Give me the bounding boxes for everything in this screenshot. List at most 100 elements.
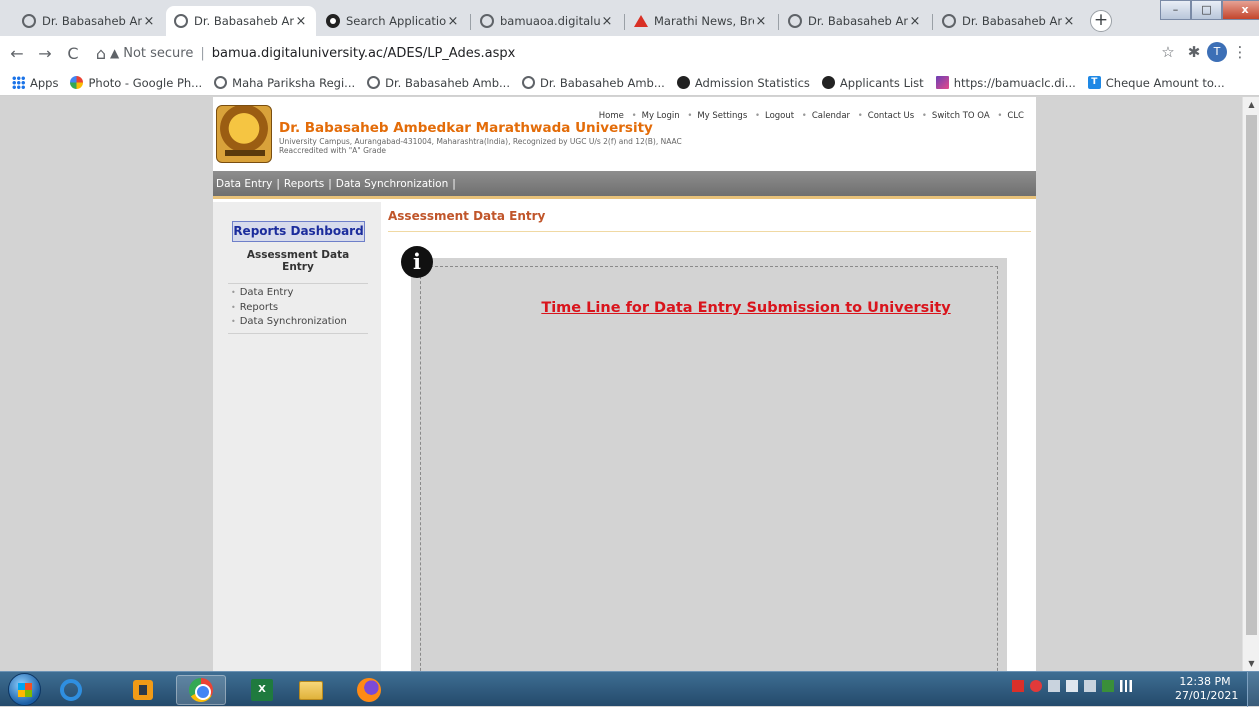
tab-marathi-news[interactable]: Marathi News, Brea × xyxy=(626,6,776,36)
menu-data-synchronization[interactable]: Data Synchronization xyxy=(336,178,449,190)
scrollbar-thumb[interactable] xyxy=(1246,115,1257,635)
system-tray xyxy=(1012,680,1138,692)
top-link-my-settings[interactable]: My Settings xyxy=(697,111,747,121)
bookmark-applicants-list[interactable]: Applicants List xyxy=(821,76,924,90)
browser-tab-strip: Dr. Babasaheb Amb × Dr. Babasaheb Amb × … xyxy=(0,0,1259,36)
bookmark-dr-babasaheb-1[interactable]: Dr. Babasaheb Amb... xyxy=(367,76,510,90)
clock-time: 12:38 PM xyxy=(1179,675,1231,688)
taskbar-app-explorer[interactable] xyxy=(286,675,336,705)
bookmark-maha-pariksha[interactable]: Maha Pariksha Regi... xyxy=(214,76,355,90)
info-panel-border xyxy=(420,266,998,671)
menu-data-entry[interactable]: Data Entry xyxy=(216,178,272,190)
bookmarks-bar: Apps Photo - Google Ph... Maha Pariksha … xyxy=(0,70,1259,96)
tab-close-icon[interactable]: × xyxy=(600,14,614,29)
tab-close-icon[interactable]: × xyxy=(446,14,460,29)
top-link-switch-to-oa[interactable]: Switch TO OA xyxy=(932,111,990,121)
sidebar-item-data-synchronization[interactable]: Data Synchronization xyxy=(231,316,365,331)
generic-site-icon xyxy=(326,14,340,28)
clock-date: 27/01/2021 xyxy=(1175,689,1239,702)
url-text[interactable]: bamua.digitaluniversity.ac/ADES/LP_Ades.… xyxy=(212,46,516,61)
scroll-down-icon[interactable]: ▼ xyxy=(1243,659,1259,668)
chrome-icon xyxy=(189,678,213,702)
top-link-calendar[interactable]: Calendar xyxy=(812,111,850,121)
tab-bamuaoa[interactable]: bamuaoa.digitalun × xyxy=(472,6,622,36)
profile-avatar[interactable]: T xyxy=(1207,42,1227,62)
tab-close-icon[interactable]: × xyxy=(1062,14,1076,29)
t-square-icon: T xyxy=(1087,76,1101,89)
tab-dr-babasaheb-1[interactable]: Dr. Babasaheb Amb × xyxy=(14,6,164,36)
tray-volume-icon[interactable] xyxy=(1066,680,1078,692)
home-icon[interactable]: ⌂ xyxy=(90,44,112,63)
university-logo xyxy=(216,105,272,163)
generic-site-icon xyxy=(821,76,835,89)
top-link-home[interactable]: Home xyxy=(599,111,624,121)
tray-app-icon[interactable] xyxy=(1012,680,1024,692)
tray-network-icon[interactable] xyxy=(1102,680,1114,692)
taskbar-app-firefox[interactable] xyxy=(344,675,394,705)
reports-dashboard-button[interactable]: Reports Dashboard xyxy=(232,221,365,242)
tab-dr-babasaheb-active[interactable]: Dr. Babasaheb Amb × xyxy=(166,6,316,36)
apps-grid-icon xyxy=(12,76,25,89)
address-bar[interactable]: ▲ Not secure | bamua.digitaluniversity.a… xyxy=(110,39,1170,67)
timeline-link[interactable]: Time Line for Data Entry Submission to U… xyxy=(385,300,1030,316)
taskbar-app-ie[interactable] xyxy=(46,675,96,705)
minimize-button[interactable]: – xyxy=(1160,0,1191,20)
vertical-scrollbar[interactable]: ▲ ▼ xyxy=(1242,97,1259,671)
bookmark-label: Apps xyxy=(30,75,59,90)
top-link-clc[interactable]: CLC xyxy=(1007,111,1024,121)
globe-icon xyxy=(480,14,494,28)
tray-search-icon[interactable] xyxy=(1030,680,1042,692)
tab-close-icon[interactable]: × xyxy=(908,14,922,29)
globe-icon xyxy=(788,14,802,28)
extensions-puzzle-icon[interactable]: ✱ xyxy=(1181,43,1207,61)
warning-triangle-icon[interactable]: ▲ xyxy=(110,46,119,60)
file-explorer-icon xyxy=(299,680,323,700)
taskbar-clock[interactable]: 12:38 PM 27/01/2021 xyxy=(1175,675,1239,703)
window-close-button[interactable]: x xyxy=(1222,0,1259,20)
university-grade: Reaccredited with "A" Grade xyxy=(279,146,386,155)
bookmark-google-photos[interactable]: Photo - Google Ph... xyxy=(70,76,202,90)
reload-icon[interactable]: C xyxy=(62,44,84,63)
bookmark-dr-babasaheb-2[interactable]: Dr. Babasaheb Amb... xyxy=(521,76,665,90)
show-desktop-button[interactable] xyxy=(1247,672,1259,707)
tab-dr-babasaheb-7[interactable]: Dr. Babasaheb Amb × xyxy=(934,6,1084,36)
start-button[interactable] xyxy=(8,673,41,706)
top-link-contact-us[interactable]: Contact Us xyxy=(868,111,914,121)
bookmark-bamuaclc[interactable]: https://bamuaclc.di... xyxy=(935,76,1076,90)
tray-mute-icon[interactable] xyxy=(1048,680,1060,692)
taskbar-app-chrome[interactable] xyxy=(176,675,226,705)
taskbar-app-excel[interactable]: X xyxy=(237,675,287,705)
forward-arrow-icon[interactable]: → xyxy=(34,44,56,63)
top-link-logout[interactable]: Logout xyxy=(765,111,794,121)
window-controls: – □ x xyxy=(1160,0,1259,22)
tray-signal-icon[interactable] xyxy=(1120,680,1132,692)
sidebar-item-data-entry[interactable]: Data Entry xyxy=(231,287,365,302)
tab-search-application[interactable]: Search Application × xyxy=(318,6,468,36)
bookmark-admission-statistics[interactable]: Admission Statistics xyxy=(676,76,810,90)
sidebar-item-reports[interactable]: Reports xyxy=(231,302,365,317)
tab-close-icon[interactable]: × xyxy=(754,14,768,29)
maximize-button[interactable]: □ xyxy=(1191,0,1222,20)
bookmark-cheque-amount[interactable]: T Cheque Amount to... xyxy=(1087,76,1225,90)
taskbar-app-media[interactable] xyxy=(118,675,168,705)
bookmark-star-icon[interactable]: ☆ xyxy=(1155,43,1181,61)
globe-icon xyxy=(942,14,956,28)
windows-taskbar: X 12:38 PM 27/01/2021 xyxy=(0,671,1259,707)
top-link-my-login[interactable]: My Login xyxy=(642,111,680,121)
back-arrow-icon[interactable]: ← xyxy=(6,44,28,63)
tab-separator xyxy=(470,14,471,30)
bookmark-apps[interactable]: Apps xyxy=(12,76,58,90)
sidebar-divider xyxy=(228,283,368,284)
tab-dr-babasaheb-6[interactable]: Dr. Babasaheb Amb × xyxy=(780,6,930,36)
tab-close-icon[interactable]: × xyxy=(294,14,308,29)
new-tab-button[interactable]: + xyxy=(1090,10,1112,32)
security-label[interactable]: Not secure xyxy=(123,46,193,61)
bookmark-label: Dr. Babasaheb Amb... xyxy=(385,75,510,90)
sidebar-section-title: Assessment Data Entry xyxy=(246,249,350,273)
browser-menu-icon[interactable]: ⋮ xyxy=(1227,43,1253,61)
menu-reports[interactable]: Reports xyxy=(284,178,324,190)
tray-flag-icon[interactable] xyxy=(1084,680,1096,692)
university-page: Dr. Babasaheb Ambedkar Marathwada Univer… xyxy=(213,97,1036,671)
scroll-up-icon[interactable]: ▲ xyxy=(1243,100,1259,109)
tab-close-icon[interactable]: × xyxy=(142,14,156,29)
